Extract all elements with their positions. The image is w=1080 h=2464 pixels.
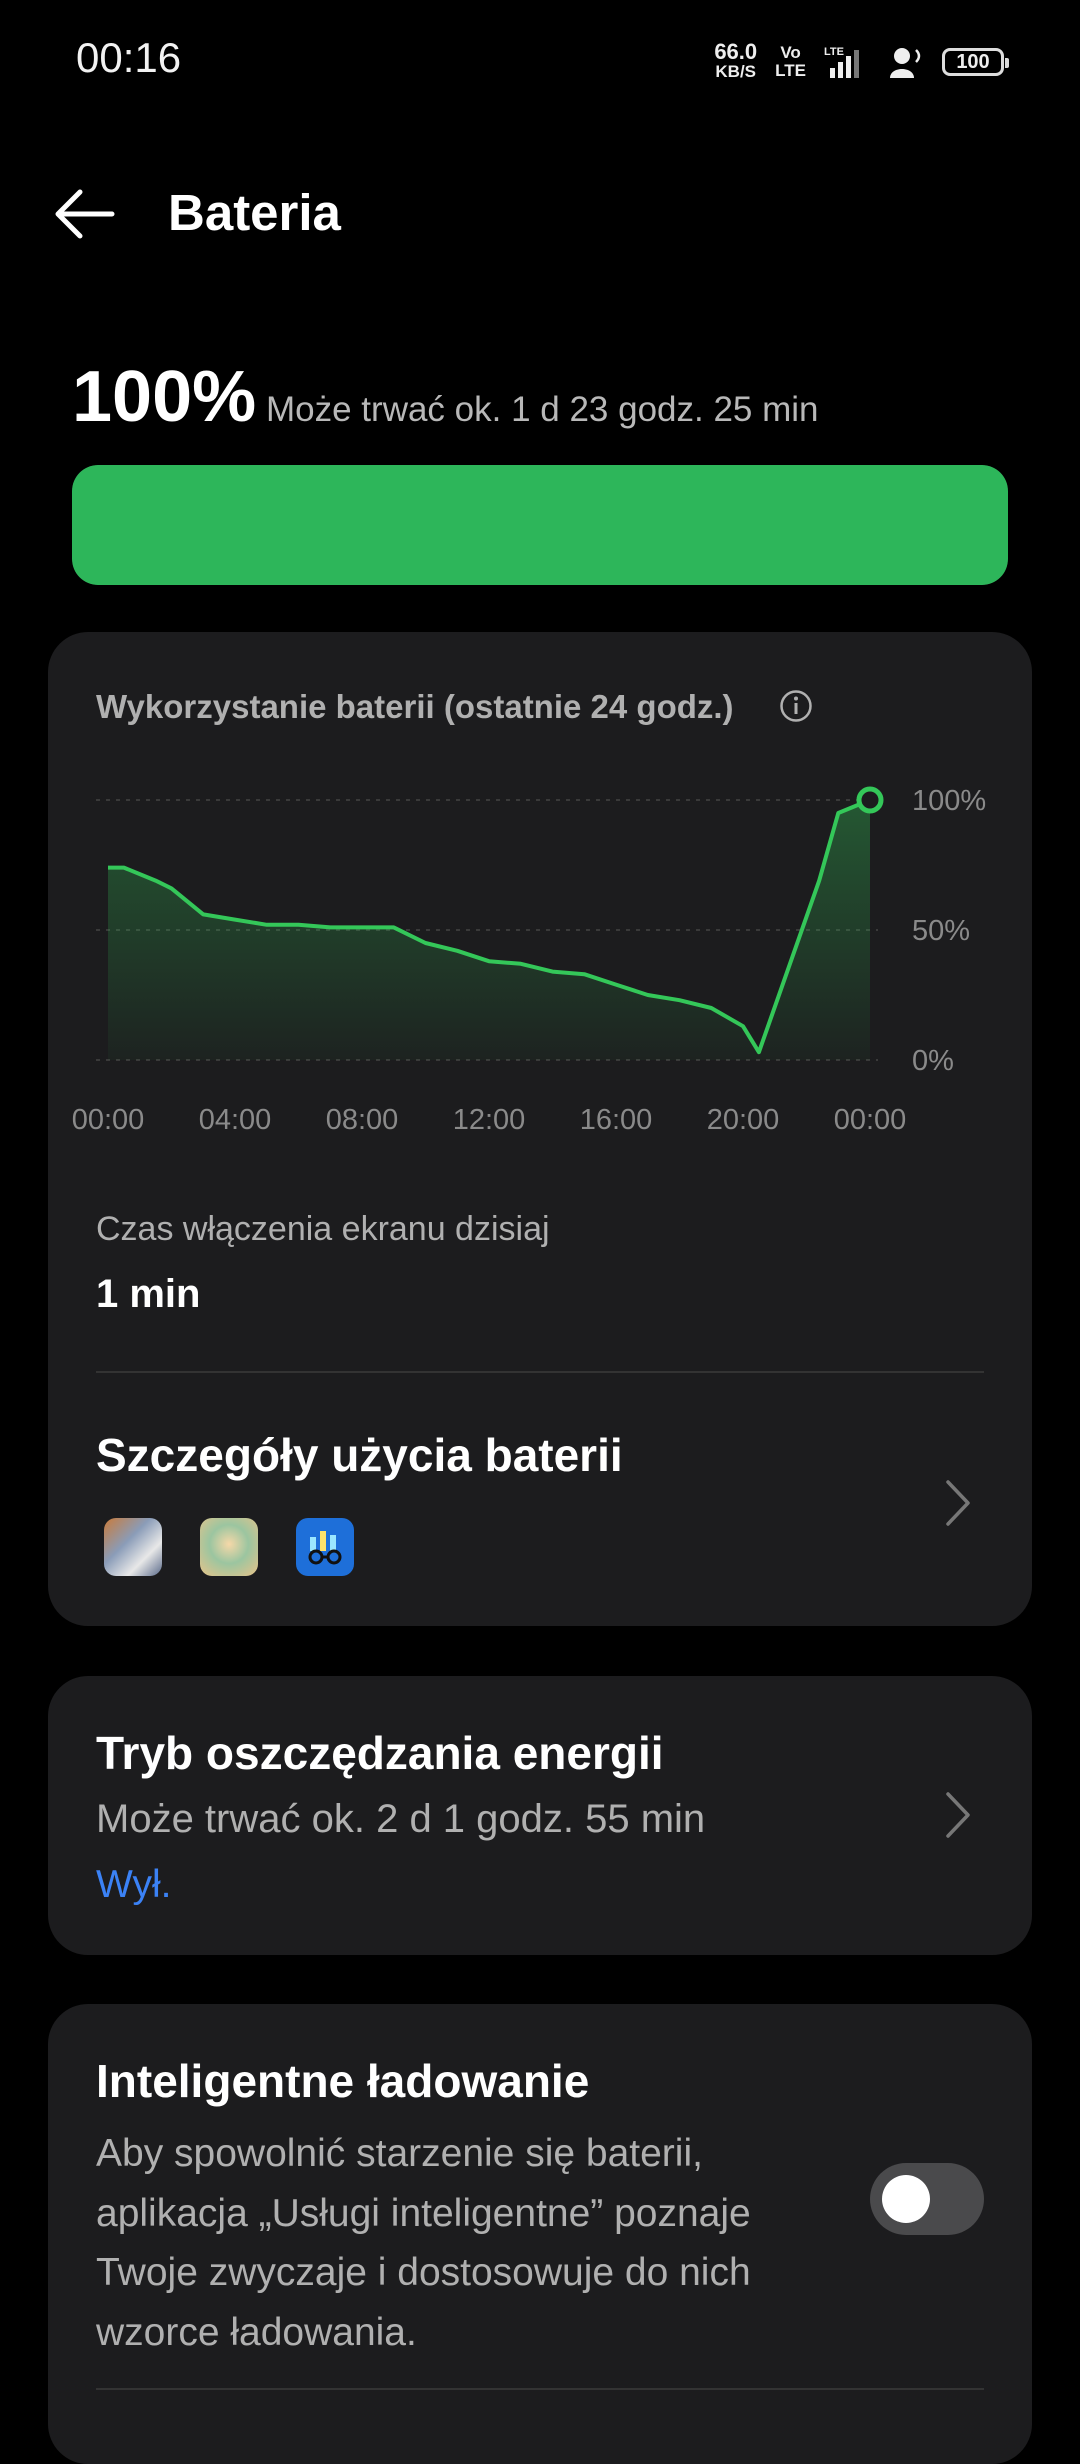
chevron-right-icon[interactable] — [940, 1478, 976, 1528]
toggle-knob — [882, 2175, 930, 2223]
net-speed-unit: KB/S — [715, 62, 757, 81]
smart-charging-title: Inteligentne ładowanie — [96, 2055, 590, 2107]
y-tick-label: 0% — [912, 1045, 954, 1077]
x-tick-label: 00:00 — [833, 1104, 907, 1136]
smart-charging-toggle[interactable] — [870, 2163, 984, 2235]
chart-current-point — [856, 786, 884, 814]
smart-charging-description: Aby spowolnić starzenie się baterii, apl… — [96, 2132, 751, 2354]
power-saving-title: Tryb oszczędzania energii — [96, 1727, 664, 1779]
divider — [96, 2388, 984, 2390]
battery-status-icon: 100 — [942, 48, 1009, 76]
status-icons: 66.0 KB/S Vo LTE LTE 100 — [714, 39, 1009, 84]
battery-level-bar — [72, 465, 1008, 585]
status-time: 00:16 — [76, 34, 182, 81]
divider — [96, 1371, 984, 1373]
y-tick-label: 50% — [912, 915, 970, 947]
page-title: Bateria — [168, 184, 341, 241]
x-tick-label: 00:00 — [71, 1104, 145, 1136]
battery-usage-chart: 100% 50% 0% — [96, 785, 986, 1077]
info-icon[interactable] — [779, 689, 813, 723]
game-icon-character — [200, 1518, 258, 1576]
y-tick-label: 100% — [912, 785, 986, 817]
signal-icon: LTE — [824, 46, 859, 78]
stats-app-icon — [296, 1518, 354, 1576]
chevron-right-icon[interactable] — [940, 1790, 976, 1840]
svg-text:LTE: LTE — [824, 46, 844, 58]
x-tick-label: 16:00 — [579, 1104, 653, 1136]
usage-details-link[interactable]: Szczegóły użycia baterii — [96, 1428, 623, 1482]
net-speed-value: 66.0 — [714, 39, 758, 64]
x-tick-label: 04:00 — [198, 1104, 272, 1136]
x-tick-label: 20:00 — [706, 1104, 780, 1136]
x-tick-label: 12:00 — [452, 1104, 526, 1136]
battery-level-fill — [72, 465, 1008, 585]
net-speed: 66.0 KB/S — [714, 39, 758, 82]
screen-on-label: Czas włączenia ekranu dzisiaj — [96, 1210, 550, 1248]
battery-percent: 100% — [72, 357, 257, 437]
game-icon-cat — [104, 1518, 162, 1576]
back-arrow-icon[interactable] — [52, 186, 116, 242]
screen-on-value: 1 min — [96, 1272, 201, 1316]
x-tick-label: 08:00 — [325, 1104, 399, 1136]
hotspot-user-icon — [890, 48, 921, 78]
power-saving-estimate: Może trwać ok. 2 d 1 godz. 55 min — [96, 1797, 706, 1841]
battery-estimate: Może trwać ok. 1 d 23 godz. 25 min — [266, 390, 819, 429]
power-saving-state: Wył. — [96, 1863, 172, 1906]
usage-chart-title: Wykorzystanie baterii (ostatnie 24 godz.… — [96, 688, 734, 725]
volte-icon: Vo LTE — [775, 43, 806, 80]
